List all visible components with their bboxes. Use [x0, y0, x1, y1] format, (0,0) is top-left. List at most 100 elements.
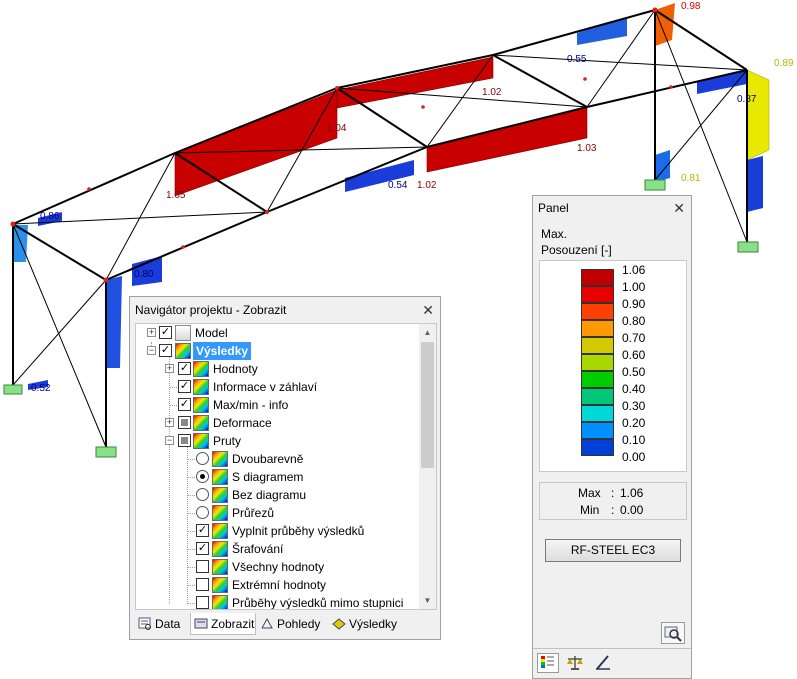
header-info-checkbox[interactable]: ✓ — [178, 380, 191, 393]
all-values-checkbox[interactable] — [196, 560, 209, 573]
tree-item-label: S diagramem — [232, 470, 304, 484]
maxmin-info-checkbox[interactable]: ✓ — [178, 398, 191, 411]
with-diagram-radio[interactable] — [196, 470, 209, 483]
legend-swatch[interactable] — [581, 439, 614, 456]
members-checkbox[interactable] — [178, 434, 191, 447]
legend-value: 0.70 — [622, 331, 646, 345]
tree-item-label: Pruty — [213, 434, 242, 448]
tree-item-with-diagram[interactable]: S diagramem — [136, 468, 416, 486]
value-label: 0.80 — [134, 269, 154, 280]
tree-item-fill-diagrams[interactable]: ✓ Vyplnit průběhy výsledků — [136, 522, 416, 540]
tree-guide — [187, 549, 195, 550]
legend-value: 0.00 — [622, 450, 646, 464]
pen-button[interactable] — [593, 653, 615, 673]
cross-sections-radio[interactable] — [196, 506, 209, 519]
navigator-tree[interactable]: + ✓ Model − ✓ Výsledky + ✓ Hodnoty ✓ Inf… — [135, 323, 437, 610]
pen-icon — [596, 655, 610, 670]
legend-value: 1.00 — [622, 280, 646, 294]
tree-guide — [187, 513, 195, 514]
color-scale-button[interactable] — [537, 653, 559, 673]
tree-item-label: Informace v záhlaví — [213, 380, 318, 394]
tree-item-header-info[interactable]: ✓ Informace v záhlaví — [136, 378, 416, 396]
legend-swatch[interactable] — [581, 405, 614, 422]
collapse-icon[interactable]: − — [165, 436, 174, 445]
panel-window[interactable]: Panel ✕ Max. Posouzení [-] 1.06 1.00 0.9… — [532, 195, 692, 679]
tree-item-label: Hodnoty — [213, 362, 258, 376]
results-checkbox[interactable]: ✓ — [159, 344, 172, 357]
legend-swatch[interactable] — [581, 337, 614, 354]
model-checkbox[interactable]: ✓ — [159, 326, 172, 339]
legend-value: 0.40 — [622, 382, 646, 396]
collapse-icon[interactable]: − — [147, 346, 156, 355]
legend-swatch[interactable] — [581, 269, 614, 286]
value-label: 0.98 — [681, 1, 701, 12]
scroll-down-icon[interactable]: ▼ — [419, 592, 436, 609]
results-icon — [193, 361, 209, 377]
legend-swatch[interactable] — [581, 303, 614, 320]
value-label: 1.04 — [327, 123, 347, 134]
zoom-button[interactable] — [661, 622, 685, 644]
scrollbar-thumb[interactable] — [421, 342, 434, 468]
tab-results[interactable]: Výsledky — [329, 613, 405, 635]
results-icon — [175, 343, 191, 359]
rf-steel-button[interactable]: RF-STEEL EC3 — [545, 539, 681, 562]
tree-item-two-color[interactable]: Dvoubarevně — [136, 450, 416, 468]
tree-item-label: Výsledky — [193, 342, 252, 360]
legend-swatch[interactable] — [581, 371, 614, 388]
results-tab-icon — [332, 618, 346, 630]
panel-bottom-toolbar — [533, 648, 691, 679]
navigator-title: Navigátor projektu - Zobrazit — [135, 303, 287, 317]
legend-swatch[interactable] — [581, 320, 614, 337]
legend-swatch[interactable] — [581, 354, 614, 371]
color-legend[interactable]: 1.06 1.00 0.90 0.80 0.70 0.60 0.50 0.40 … — [539, 260, 687, 472]
expand-icon[interactable]: + — [165, 418, 174, 427]
tree-item-all-values[interactable]: Všechny hodnoty — [136, 558, 416, 576]
tree-item-hatching[interactable]: ✓ Šrafování — [136, 540, 416, 558]
tree-guide — [187, 567, 195, 568]
panel-titlebar: Panel ✕ — [533, 196, 691, 220]
extreme-values-checkbox[interactable] — [196, 578, 209, 591]
expand-icon[interactable]: + — [165, 364, 174, 373]
results-icon — [193, 415, 209, 431]
tree-item-deformation[interactable]: + Deformace — [136, 414, 416, 432]
hatching-checkbox[interactable]: ✓ — [196, 542, 209, 555]
tree-item-members[interactable]: − Pruty — [136, 432, 416, 450]
values-checkbox[interactable]: ✓ — [178, 362, 191, 375]
tree-item-results[interactable]: − ✓ Výsledky — [136, 342, 416, 360]
deformation-checkbox[interactable] — [178, 416, 191, 429]
no-diagram-radio[interactable] — [196, 488, 209, 501]
project-navigator-window[interactable]: Navigátor projektu - Zobrazit ✕ + ✓ Mode… — [129, 296, 441, 640]
tree-item-label: Šrafování — [232, 542, 284, 556]
tab-views[interactable]: Pohledy — [257, 613, 327, 635]
tab-data[interactable]: Data — [135, 613, 189, 635]
expand-icon[interactable]: + — [147, 328, 156, 337]
tree-item-no-diagram[interactable]: Bez diagramu — [136, 486, 416, 504]
legend-swatch[interactable] — [581, 286, 614, 303]
tree-item-out-of-scale[interactable]: Průběhy výsledků mimo stupnici — [136, 594, 416, 609]
legend-swatch[interactable] — [581, 388, 614, 405]
zoom-icon — [664, 626, 682, 642]
navigator-scrollbar[interactable]: ▲ ▼ — [419, 324, 436, 609]
column-diagram-topright — [655, 3, 675, 46]
close-icon[interactable]: ✕ — [422, 297, 434, 323]
two-color-radio[interactable] — [196, 452, 209, 465]
tab-display[interactable]: Zobrazit — [190, 613, 256, 635]
tree-item-maxmin-info[interactable]: ✓ Max/min - info — [136, 396, 416, 414]
tree-item-extreme-values[interactable]: Extrémní hodnoty — [136, 576, 416, 594]
tree-item-values[interactable]: + ✓ Hodnoty — [136, 360, 416, 378]
navigator-tabs: Data Zobrazit Pohledy Výsledky — [135, 613, 437, 635]
results-icon — [212, 559, 228, 575]
tree-item-model[interactable]: + ✓ Model — [136, 324, 416, 342]
fill-diagrams-checkbox[interactable]: ✓ — [196, 524, 209, 537]
tree-item-cross-sections[interactable]: Průřezů — [136, 504, 416, 522]
legend-value: 0.10 — [622, 433, 646, 447]
balance-button[interactable] — [565, 653, 587, 673]
out-of-scale-checkbox[interactable] — [196, 596, 209, 609]
tree-item-label: Dvoubarevně — [232, 452, 304, 466]
legend-swatch[interactable] — [581, 422, 614, 439]
tree-guide — [187, 459, 195, 460]
close-icon[interactable]: ✕ — [673, 196, 685, 220]
scroll-up-icon[interactable]: ▲ — [419, 324, 436, 341]
tree-item-label: Model — [195, 326, 228, 340]
results-icon — [212, 595, 228, 609]
